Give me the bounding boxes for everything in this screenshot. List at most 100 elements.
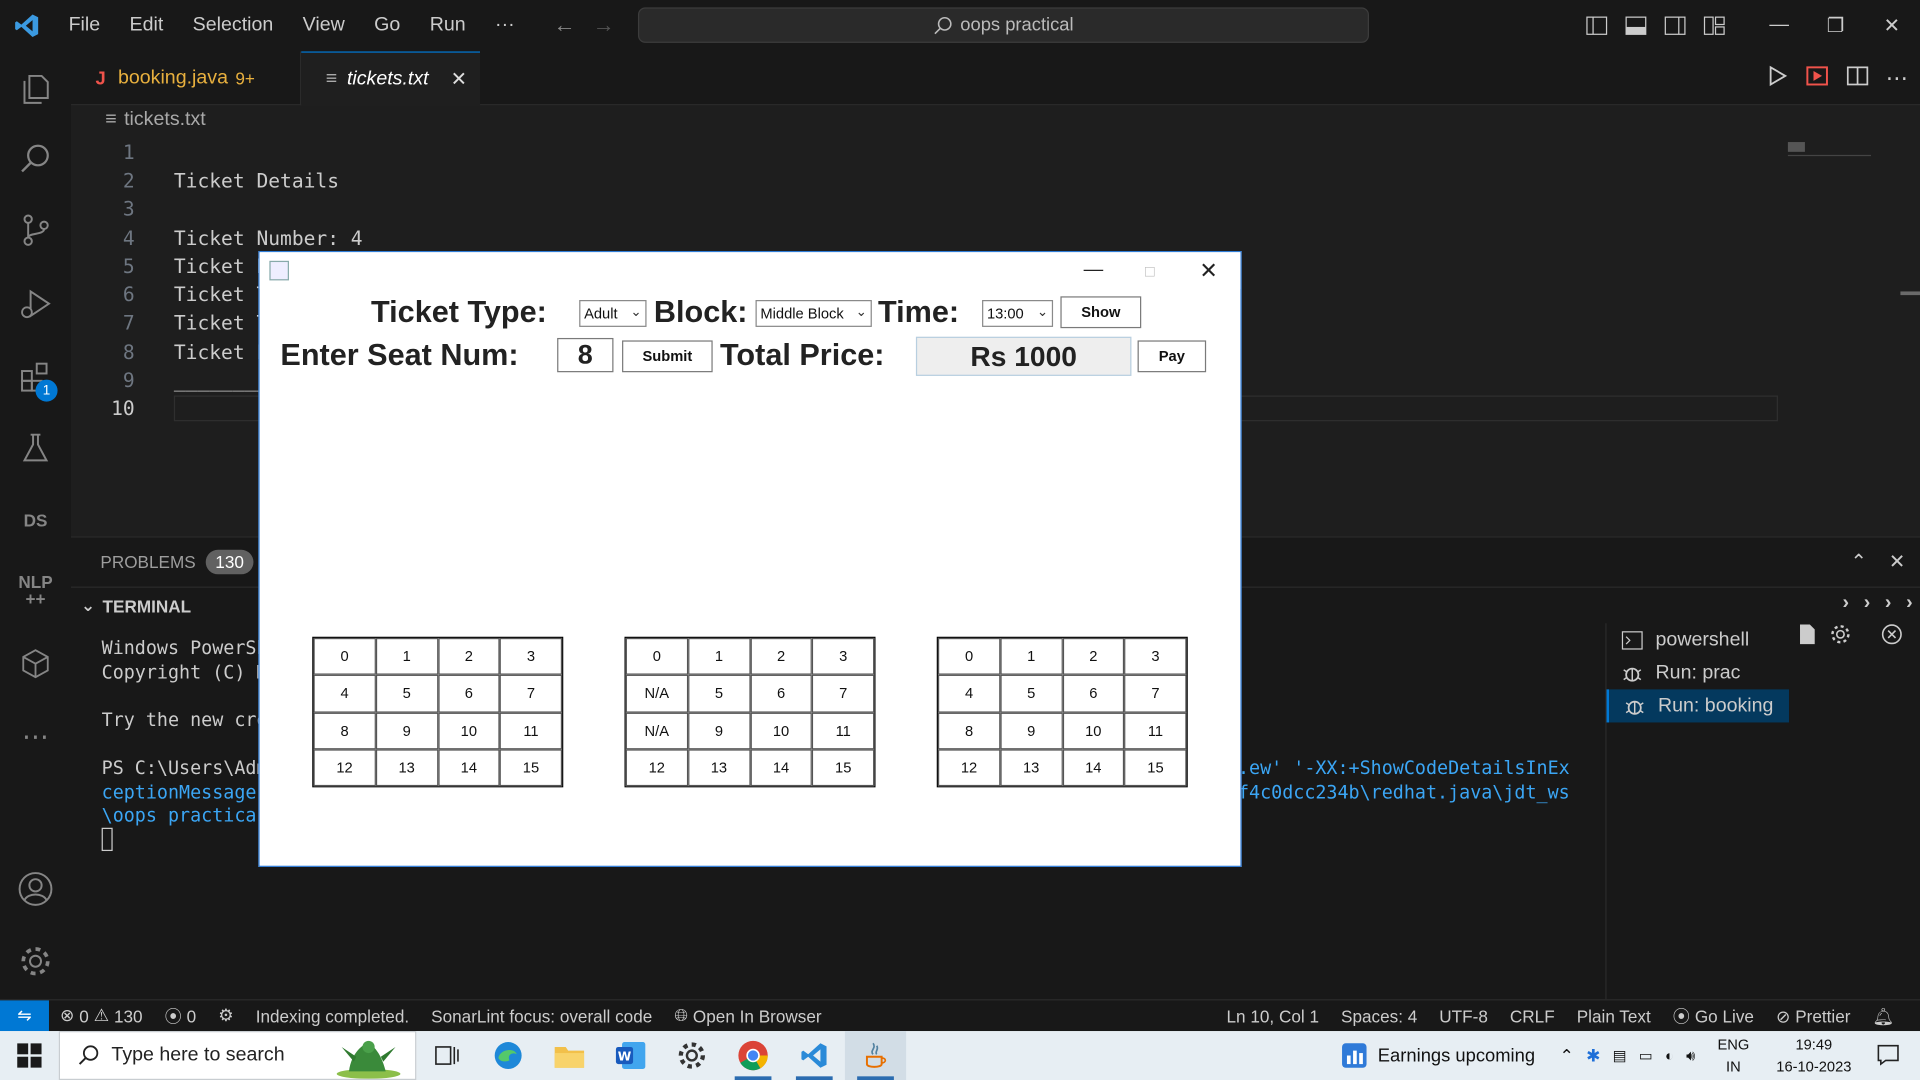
battery-icon[interactable]: ▭ <box>1639 1047 1653 1064</box>
language-indicator[interactable]: ENG IN <box>1717 1033 1749 1077</box>
extensions-icon[interactable] <box>0 343 71 412</box>
java-status-icon[interactable]: ⚙ <box>207 1005 244 1026</box>
block-select[interactable]: Middle Block ⌄ <box>755 300 872 327</box>
close-panel-icon[interactable]: ✕ <box>1889 550 1905 574</box>
seat-cell[interactable]: 7 <box>812 675 875 713</box>
encoding[interactable]: UTF-8 <box>1428 1007 1499 1027</box>
cube-icon[interactable] <box>0 629 71 698</box>
seat-cell[interactable]: 10 <box>1062 712 1125 750</box>
minimize-icon[interactable]: — <box>1065 252 1121 289</box>
seat-cell[interactable]: N/A <box>625 712 688 750</box>
seat-cell[interactable]: 11 <box>499 712 563 750</box>
seat-num-input[interactable]: 8 <box>557 337 614 373</box>
customize-layout-icon[interactable] <box>1695 0 1734 51</box>
seat-cell[interactable]: 3 <box>499 637 563 676</box>
menu-view[interactable]: View <box>288 15 359 37</box>
seat-cell[interactable]: 15 <box>812 749 875 787</box>
toggle-panel-icon[interactable] <box>1616 0 1655 51</box>
seat-cell[interactable]: 1 <box>687 637 751 676</box>
end-of-line[interactable]: CRLF <box>1499 1007 1566 1027</box>
seat-cell[interactable]: 0 <box>937 637 1001 676</box>
run-file-icon[interactable] <box>1768 64 1788 92</box>
show-hidden-icons-chevron-icon[interactable]: ⌃ <box>1560 1045 1574 1066</box>
minimize-icon[interactable]: — <box>1751 0 1807 51</box>
terminal-item-powershell[interactable]: powershell <box>1607 623 1789 656</box>
show-button[interactable]: Show <box>1060 296 1142 329</box>
menu-file[interactable]: File <box>54 15 115 37</box>
remote-indicator-icon[interactable]: ⇋ <box>0 999 49 1032</box>
task-view-icon[interactable] <box>416 1031 477 1080</box>
maximize-icon[interactable]: □ <box>1122 252 1178 289</box>
seat-cell[interactable]: 13 <box>687 749 751 787</box>
java-run-icon[interactable] <box>1805 64 1829 92</box>
word-icon[interactable]: W <box>600 1031 661 1080</box>
prettier[interactable]: ⊘ Prettier <box>1765 1006 1862 1027</box>
seat-cell[interactable]: 9 <box>1000 712 1063 750</box>
seat-cell[interactable]: 8 <box>313 712 376 750</box>
settings-gear-icon[interactable] <box>0 927 71 996</box>
windows-start-icon[interactable] <box>0 1031 59 1080</box>
settings-gear-icon[interactable] <box>661 1031 722 1080</box>
run-debug-icon[interactable] <box>0 269 71 338</box>
menu-more[interactable]: ··· <box>480 15 529 37</box>
scrollbar-indicator[interactable] <box>1900 291 1920 296</box>
meet-now-icon[interactable]: ▤ <box>1613 1047 1627 1064</box>
seat-cell[interactable]: N/A <box>625 675 688 713</box>
terminal-item-run-prac[interactable]: Run: prac <box>1607 656 1789 689</box>
ports-status[interactable]: ⦿ 0 <box>154 1003 208 1027</box>
chevron-right-icon[interactable]: › <box>1906 593 1913 615</box>
bluetooth-icon[interactable]: ✱ <box>1586 1045 1600 1066</box>
file-icon[interactable] <box>1798 623 1818 651</box>
menu-selection[interactable]: Selection <box>178 15 288 37</box>
toggle-secondary-sidebar-icon[interactable] <box>1656 0 1695 51</box>
go-live[interactable]: ⦿ Go Live <box>1662 1004 1765 1028</box>
terminal-item-run-booking[interactable]: Run: booking <box>1606 689 1789 723</box>
seat-cell[interactable]: 2 <box>750 637 813 676</box>
wifi-icon[interactable]: ◐ <box>1665 1047 1674 1064</box>
close-icon[interactable]: ✕ <box>1180 252 1236 289</box>
seat-cell[interactable]: 7 <box>499 675 563 713</box>
seat-cell[interactable]: 11 <box>812 712 875 750</box>
cursor-position[interactable]: Ln 10, Col 1 <box>1216 1007 1330 1027</box>
seat-cell[interactable]: 5 <box>1000 675 1063 713</box>
seat-cell[interactable]: 11 <box>1124 712 1187 750</box>
ds-extension-icon[interactable]: DS <box>0 486 71 555</box>
edge-browser-icon[interactable] <box>478 1031 539 1080</box>
testing-icon[interactable] <box>0 414 71 483</box>
breadcrumb[interactable]: ≡ tickets.txt <box>105 109 205 131</box>
notifications-bell-icon[interactable]: 🔔︎ <box>1862 1006 1906 1027</box>
seat-cell[interactable]: 4 <box>313 675 376 713</box>
seat-cell[interactable]: 12 <box>937 749 1001 787</box>
nlp-extension-icon[interactable]: NLP ++ <box>0 556 71 625</box>
java-window-titlebar[interactable]: — □ ✕ <box>259 252 1241 289</box>
seat-cell[interactable]: 0 <box>625 637 688 676</box>
seat-cell[interactable]: 7 <box>1124 675 1187 713</box>
seat-cell[interactable]: 3 <box>812 637 875 676</box>
ticket-type-select[interactable]: Adult ⌄ <box>579 300 647 327</box>
menu-go[interactable]: Go <box>359 15 415 37</box>
seat-cell[interactable]: 15 <box>1124 749 1187 787</box>
seat-cell[interactable]: 14 <box>750 749 813 787</box>
seat-cell[interactable]: 13 <box>1000 749 1063 787</box>
seat-cell[interactable]: 9 <box>687 712 751 750</box>
tab-problems[interactable]: PROBLEMS <box>100 552 195 572</box>
indentation[interactable]: Spaces: 4 <box>1330 1007 1428 1027</box>
seat-cell[interactable]: 1 <box>375 637 438 676</box>
seat-cell[interactable]: 6 <box>437 675 500 713</box>
seat-cell[interactable]: 4 <box>937 675 1001 713</box>
seat-cell[interactable]: 15 <box>499 749 563 787</box>
pay-button[interactable]: Pay <box>1137 340 1207 373</box>
seat-cell[interactable]: 5 <box>687 675 751 713</box>
submit-button[interactable]: Submit <box>622 340 713 373</box>
seat-cell[interactable]: 1 <box>1000 637 1063 676</box>
java-taskbar-icon[interactable] <box>844 1031 907 1080</box>
more-actions-icon[interactable]: ⋯ <box>1886 66 1908 92</box>
taskbar-search-box[interactable]: Type here to search <box>58 1031 417 1080</box>
explorer-icon[interactable] <box>0 54 71 123</box>
back-arrow-icon[interactable]: ← <box>553 12 575 38</box>
seat-cell[interactable]: 9 <box>375 712 438 750</box>
vscode-taskbar-icon[interactable] <box>784 1031 845 1080</box>
chrome-icon[interactable] <box>722 1031 783 1080</box>
menu-edit[interactable]: Edit <box>115 15 178 37</box>
seat-cell[interactable]: 8 <box>937 712 1001 750</box>
